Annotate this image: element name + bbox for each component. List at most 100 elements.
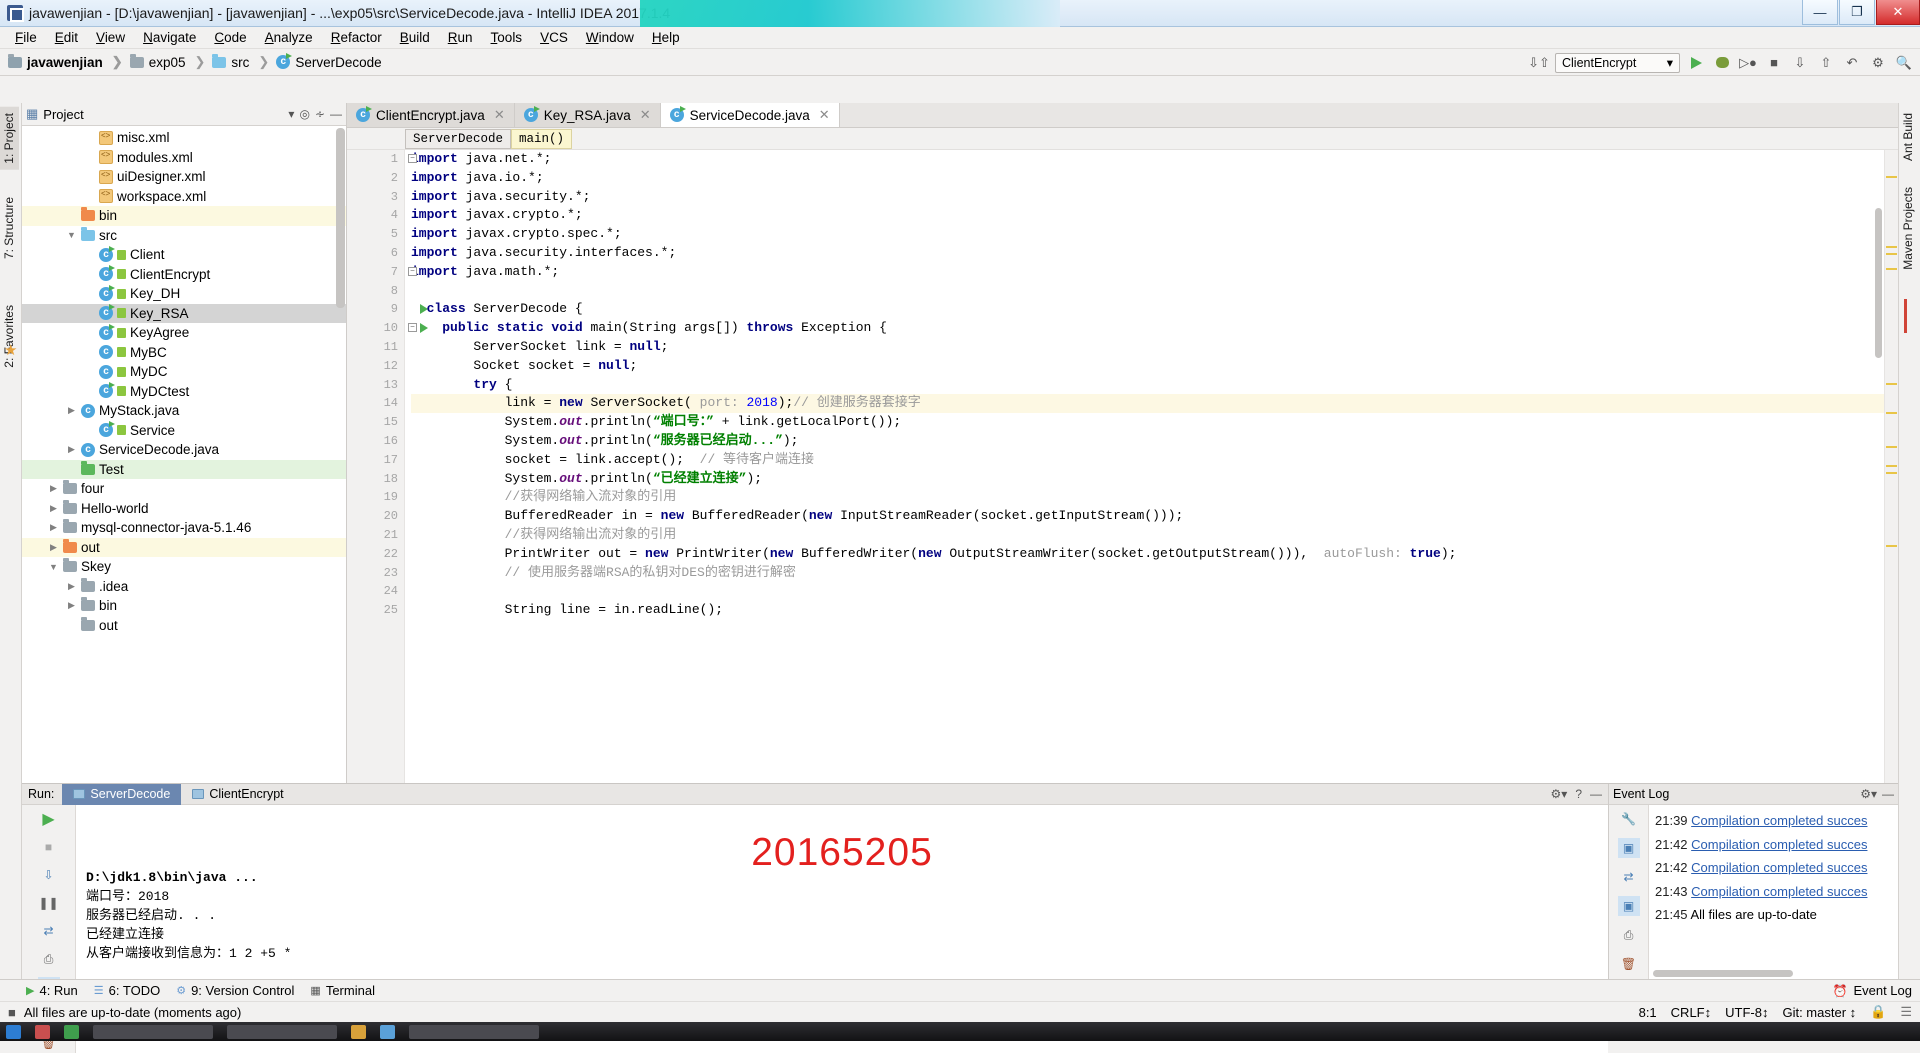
- tree-node[interactable]: ▶ .idea: [22, 577, 346, 597]
- line-number[interactable]: 16: [347, 432, 404, 451]
- chevron-right-icon[interactable]: ▶: [48, 542, 59, 553]
- menu-item-tools[interactable]: Tools: [482, 28, 532, 47]
- run-with-coverage-button[interactable]: ▷●: [1738, 53, 1758, 73]
- run-configuration-selector[interactable]: ClientEncrypt ▾: [1555, 52, 1680, 73]
- menu-item-file[interactable]: File: [6, 28, 46, 47]
- undo-icon[interactable]: ↶: [1842, 53, 1862, 73]
- close-button[interactable]: ✕: [1876, 0, 1920, 25]
- line-number[interactable]: 25: [347, 601, 404, 620]
- editor-tab-clientencrypt-java[interactable]: c ClientEncrypt.java ✕: [347, 103, 515, 127]
- sidebar-item-favorites[interactable]: 2: Favorites: [0, 299, 19, 374]
- code-line[interactable]: System.out.println(“端口号：” + link.getLoca…: [411, 413, 1898, 432]
- sidebar-item-ant-build[interactable]: Ant Build: [1898, 107, 1918, 167]
- tree-node[interactable]: misc.xml: [22, 128, 346, 148]
- code-fold-icon[interactable]: −: [408, 266, 417, 276]
- bottom-tab-version-control[interactable]: ⚙ 9: Version Control: [176, 983, 294, 998]
- chevron-down-icon[interactable]: ▼: [66, 230, 77, 240]
- line-number[interactable]: 3: [347, 188, 404, 207]
- project-tree-scrollbar[interactable]: [336, 128, 345, 308]
- tree-node[interactable]: out: [22, 616, 346, 636]
- minimize-button[interactable]: —: [1802, 0, 1838, 25]
- taskbar-item-1[interactable]: [6, 1024, 21, 1039]
- line-number[interactable]: 15: [347, 413, 404, 432]
- menu-item-refactor[interactable]: Refactor: [322, 28, 391, 47]
- editor-scrollbar-thumb[interactable]: [1875, 208, 1882, 358]
- chevron-right-icon[interactable]: ▶: [66, 581, 77, 592]
- line-number[interactable]: 23: [347, 564, 404, 583]
- menu-item-view[interactable]: View: [87, 28, 134, 47]
- taskbar-item-2[interactable]: [35, 1024, 50, 1039]
- stop-button[interactable]: ■: [1764, 53, 1784, 73]
- taskbar-item-3[interactable]: [64, 1024, 79, 1039]
- hide-panel-icon[interactable]: —: [1590, 787, 1602, 801]
- code-line[interactable]: import java.math.*;: [411, 263, 1898, 282]
- bottom-tab-run[interactable]: ▶ 4: Run: [26, 983, 78, 998]
- menu-item-navigate[interactable]: Navigate: [134, 28, 205, 47]
- debug-button[interactable]: [1712, 53, 1732, 73]
- line-number[interactable]: 19: [347, 488, 404, 507]
- line-number[interactable]: 12: [347, 357, 404, 376]
- bottom-tab-todo[interactable]: ☰ 6: TODO: [94, 983, 160, 998]
- camera-icon[interactable]: ▣: [1617, 896, 1640, 916]
- soft-wrap-icon[interactable]: ⇄: [1618, 867, 1640, 887]
- event-log-scrollbar[interactable]: [1653, 970, 1793, 977]
- event-message[interactable]: Compilation completed succes: [1691, 860, 1867, 875]
- hide-panel-icon[interactable]: —: [330, 107, 342, 121]
- menu-item-run[interactable]: Run: [439, 28, 482, 47]
- tree-node[interactable]: c Service: [22, 421, 346, 441]
- tree-node[interactable]: c ClientEncrypt: [22, 265, 346, 285]
- file-encoding[interactable]: UTF-8↕: [1725, 1005, 1768, 1020]
- chevron-right-icon[interactable]: ▶: [66, 405, 77, 416]
- locate-target-icon[interactable]: ◎: [299, 107, 309, 121]
- soft-wrap-icon[interactable]: ⇄: [38, 921, 60, 941]
- settings-wrench-icon[interactable]: 🔧: [1618, 809, 1640, 829]
- tree-node[interactable]: ▶ Hello-world: [22, 499, 346, 519]
- collapse-all-icon[interactable]: ∻: [315, 107, 325, 121]
- tree-node[interactable]: workspace.xml: [22, 187, 346, 207]
- line-number[interactable]: 10: [347, 319, 428, 338]
- code-line[interactable]: import java.io.*;: [411, 169, 1898, 188]
- menu-item-window[interactable]: Window: [577, 28, 643, 47]
- code-line[interactable]: import java.net.*;: [411, 150, 1898, 169]
- taskbar-window-2[interactable]: [227, 1024, 337, 1039]
- code-line[interactable]: link = new ServerSocket( port: 2018);// …: [411, 394, 1898, 414]
- menu-item-vcs[interactable]: VCS: [531, 28, 577, 47]
- print-icon[interactable]: ⎙: [38, 949, 60, 969]
- event-log-entry[interactable]: 21:42 Compilation completed succes: [1655, 856, 1898, 880]
- close-icon[interactable]: ✕: [819, 107, 830, 123]
- code-line[interactable]: PrintWriter out = new PrintWriter(new Bu…: [411, 545, 1898, 564]
- pause-icon[interactable]: ❚❚: [38, 893, 60, 913]
- line-number[interactable]: 11: [347, 338, 404, 357]
- line-number[interactable]: 7: [347, 263, 404, 282]
- bottom-tab-label[interactable]: Event Log: [1853, 983, 1912, 998]
- chevron-right-icon[interactable]: ▶: [66, 444, 77, 455]
- taskbar-window-1[interactable]: [93, 1024, 213, 1039]
- code-line[interactable]: ServerSocket link = null;: [411, 338, 1898, 357]
- vcs-commit-icon[interactable]: ⇧: [1816, 53, 1836, 73]
- run-button[interactable]: [1686, 53, 1706, 73]
- line-number[interactable]: 22: [347, 545, 404, 564]
- memory-indicator-icon[interactable]: ☰: [1900, 1004, 1912, 1020]
- code-line[interactable]: //获得网络输入流对象的引用: [411, 488, 1898, 507]
- sidebar-item-structure[interactable]: 7: Structure: [0, 191, 19, 265]
- run-tab-serverdecode[interactable]: ServerDecode: [62, 783, 182, 805]
- line-number[interactable]: 24: [347, 582, 404, 601]
- code-line[interactable]: String line = in.readLine();: [411, 601, 1898, 620]
- settings-gear-icon[interactable]: ⚙▾: [1551, 787, 1568, 801]
- menu-item-analyze[interactable]: Analyze: [256, 28, 322, 47]
- sidebar-item-maven-projects[interactable]: Maven Projects: [1898, 181, 1918, 276]
- tree-node[interactable]: ▶ out: [22, 537, 346, 557]
- tree-node[interactable]: ▶ c MyStack.java: [22, 401, 346, 421]
- close-icon[interactable]: ✕: [494, 107, 505, 123]
- event-log-entry[interactable]: 21:39 Compilation completed succes: [1655, 809, 1898, 833]
- line-number[interactable]: 1: [347, 150, 404, 169]
- line-number[interactable]: 2: [347, 169, 404, 188]
- bottom-tab-terminal[interactable]: ▦ Terminal: [310, 983, 375, 998]
- tree-node[interactable]: c Key_DH: [22, 284, 346, 304]
- tree-node[interactable]: c MyBC: [22, 343, 346, 363]
- code-line[interactable]: class ServerDecode {: [411, 300, 1898, 319]
- chevron-right-icon[interactable]: ▶: [48, 503, 59, 514]
- code-line[interactable]: import javax.crypto.spec.*;: [411, 225, 1898, 244]
- tree-node[interactable]: c MyDC: [22, 362, 346, 382]
- code-line[interactable]: Socket socket = null;: [411, 357, 1898, 376]
